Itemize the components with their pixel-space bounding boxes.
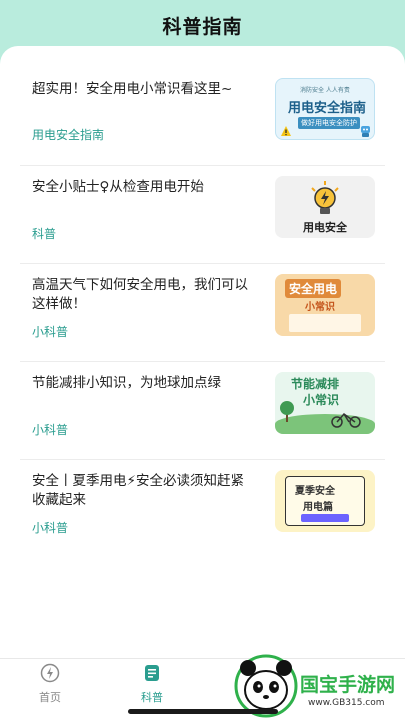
article-item[interactable]: 超实用！安全用电小常识看这里~ 用电安全指南 消防安全 人人有责 用电安全指南 …	[0, 68, 405, 166]
article-title: 超实用！安全用电小常识看这里~	[32, 81, 233, 97]
bicycle-icon	[331, 412, 361, 428]
article-title: 安全丨夏季用电⚡安全必读须知赶紧收藏起来	[32, 473, 244, 508]
article-item[interactable]: 安全丨夏季用电⚡安全必读须知赶紧收藏起来 小科普 夏季安全 用电篇	[0, 460, 405, 558]
page-title: 科普指南	[162, 15, 243, 38]
warning-icon	[281, 126, 291, 136]
article-thumbnail: 节能减排 小常识	[275, 372, 375, 434]
article-tag: 小科普	[32, 423, 69, 437]
article-tag: 科普	[32, 227, 57, 241]
tab-home[interactable]: 首页	[15, 663, 85, 705]
watermark-url: www.GB315.com	[308, 698, 385, 708]
thumbnail-caption: 用电安全	[303, 221, 347, 234]
tab-science[interactable]: 科普	[117, 663, 187, 705]
article-title: 节能减排小知识，为地球加点绿	[32, 375, 221, 391]
article-item[interactable]: 安全小贴士♀从检查用电开始 科普 用电安全	[0, 166, 405, 264]
thumbnail-notepad	[289, 314, 361, 332]
thumbnail-subcaption: 用电篇	[303, 502, 333, 513]
thumbnail-subcaption: 小常识	[305, 302, 335, 313]
home-bolt-icon	[40, 663, 60, 683]
thumbnail-subcaption: 做好用电安全防护	[298, 117, 360, 129]
article-list-panel: 超实用！安全用电小常识看这里~ 用电安全指南 消防安全 人人有责 用电安全指南 …	[0, 46, 405, 720]
lightbulb-icon	[311, 181, 339, 214]
thumbnail-caption: 夏季安全	[295, 486, 335, 497]
article-title: 安全小贴士♀从检查用电开始	[32, 179, 204, 195]
thumbnail-subcaption: 小常识	[303, 393, 340, 407]
home-indicator	[128, 709, 278, 714]
article-tag: 小科普	[32, 325, 69, 339]
article-thumbnail: 夏季安全 用电篇	[275, 470, 375, 532]
article-item[interactable]: 高温天气下如何安全用电，我们可以这样做！ 小科普 安全用电 小常识	[0, 264, 405, 362]
article-title: 高温天气下如何安全用电，我们可以这样做！	[32, 277, 248, 312]
article-thumbnail: 安全用电 小常识	[275, 274, 375, 336]
tab-label: 首页	[39, 691, 61, 704]
thumbnail-caption: 安全用电	[285, 279, 342, 298]
article-tag: 小科普	[32, 521, 69, 535]
thumbnail-badge	[301, 514, 349, 522]
article-thumbnail: 消防安全 人人有责 用电安全指南 做好用电安全防护	[275, 78, 375, 140]
article-tag: 用电安全指南	[32, 128, 105, 142]
thumbnail-caption-small: 消防安全 人人有责	[300, 87, 350, 94]
thumbnail-caption: 节能减排	[291, 377, 340, 391]
robot-icon	[361, 126, 370, 137]
tab-label: 科普	[141, 691, 163, 704]
tree-icon	[280, 401, 294, 422]
document-icon	[145, 665, 159, 681]
watermark-brand: 国宝手游网	[300, 674, 396, 696]
header: 科普指南	[0, 0, 405, 50]
article-item[interactable]: 节能减排小知识，为地球加点绿 小科普 节能减排 小常识	[0, 362, 405, 460]
thumbnail-caption: 用电安全指南	[288, 101, 367, 116]
article-thumbnail: 用电安全	[275, 176, 375, 238]
